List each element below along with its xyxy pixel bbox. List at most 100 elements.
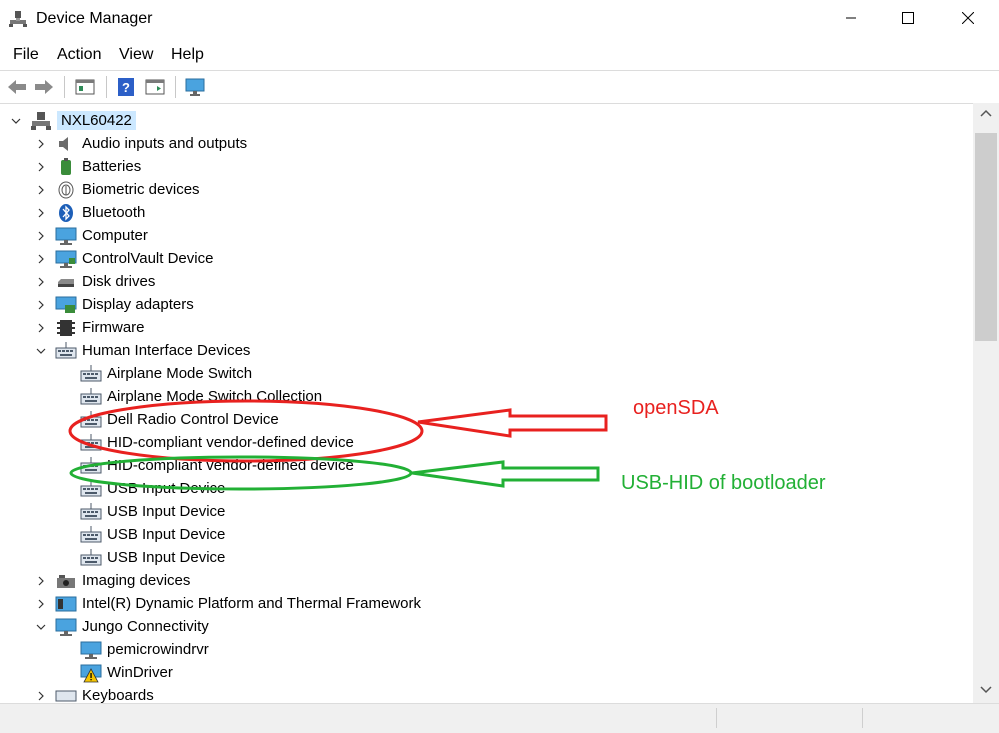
title-bar: Device Manager xyxy=(0,0,999,38)
tree-device-item[interactable]: WinDriver xyxy=(80,661,173,684)
tree-device-label: HID-compliant vendor-defined device xyxy=(107,434,354,451)
collapsed-chevron-icon[interactable] xyxy=(35,690,47,702)
menu-action[interactable]: Action xyxy=(57,46,101,64)
tree-category-item[interactable]: Imaging devices xyxy=(35,569,190,592)
warning-monitor-icon xyxy=(80,664,102,682)
tree-device-label: Dell Radio Control Device xyxy=(107,411,279,428)
tree-device-item[interactable]: USB Input Device xyxy=(80,500,225,523)
camera-icon xyxy=(57,574,75,588)
keyboard-hid-icon xyxy=(80,433,102,450)
collapsed-chevron-icon[interactable] xyxy=(35,322,47,334)
collapsed-chevron-icon[interactable] xyxy=(35,207,47,219)
tree-category-item[interactable]: Biometric devices xyxy=(35,178,200,201)
tree-device-label: Airplane Mode Switch Collection xyxy=(107,388,323,405)
tree-root-computer[interactable]: NXL60422 xyxy=(10,109,136,132)
tree-device-item[interactable]: HID-compliant vendor-defined device xyxy=(80,454,354,477)
minimize-button[interactable] xyxy=(823,0,879,36)
tree-category-label: ControlVault Device xyxy=(82,250,214,267)
collapsed-chevron-icon[interactable] xyxy=(35,276,47,288)
tree-device-label: USB Input Device xyxy=(107,526,226,543)
status-divider xyxy=(862,708,863,728)
tree-device-item[interactable]: pemicrowindrvr xyxy=(80,638,209,661)
expanded-chevron-icon[interactable] xyxy=(35,345,47,357)
collapsed-chevron-icon[interactable] xyxy=(35,184,47,196)
keyboard-hid-icon xyxy=(80,410,102,427)
tree-category-item[interactable]: Human Interface Devices xyxy=(35,339,250,362)
tree-category-item[interactable]: Disk drives xyxy=(35,270,155,293)
scrollbar-thumb[interactable] xyxy=(975,133,997,341)
device-manager-icon xyxy=(9,11,27,27)
tree-category-label: Firmware xyxy=(82,319,145,336)
maximize-button[interactable] xyxy=(880,0,936,36)
collapsed-chevron-icon[interactable] xyxy=(35,138,47,150)
thermal-framework-icon xyxy=(55,596,77,611)
status-divider xyxy=(716,708,717,728)
minimize-icon xyxy=(846,17,856,19)
tree-category-item[interactable]: Firmware xyxy=(35,316,145,339)
vertical-scrollbar[interactable] xyxy=(973,103,999,703)
menu-view[interactable]: View xyxy=(119,46,153,64)
computer-root-icon xyxy=(31,111,51,130)
firmware-chip-icon xyxy=(57,319,75,336)
display-adapter-icon xyxy=(55,296,77,313)
menu-file[interactable]: File xyxy=(13,46,39,64)
collapsed-chevron-icon[interactable] xyxy=(35,299,47,311)
tree-device-label: USB Input Device xyxy=(107,480,226,497)
computer-monitor-icon xyxy=(55,227,77,245)
tree-category-label: Jungo Connectivity xyxy=(82,618,209,635)
toolbar: ? xyxy=(0,70,999,104)
scroll-down-icon[interactable] xyxy=(980,686,992,694)
tree-category-item[interactable]: Batteries xyxy=(35,155,141,178)
keyboard-hid-icon xyxy=(55,341,77,358)
expanded-chevron-icon[interactable] xyxy=(35,621,47,633)
jungo-connectivity-icon xyxy=(55,618,77,636)
tree-category-item[interactable]: Bluetooth xyxy=(35,201,145,224)
collapsed-chevron-icon[interactable] xyxy=(35,161,47,173)
back-arrow-icon xyxy=(8,80,26,94)
tree-category-item[interactable]: Computer xyxy=(35,224,148,247)
tree-device-item[interactable]: USB Input Device xyxy=(80,546,225,569)
action-pane-button[interactable] xyxy=(143,76,167,98)
menu-help[interactable]: Help xyxy=(171,46,204,64)
show-hide-console-tree-button[interactable] xyxy=(73,76,97,98)
tree-device-item[interactable]: Airplane Mode Switch Collection xyxy=(80,385,322,408)
forward-button[interactable] xyxy=(32,76,56,98)
tree-device-item[interactable]: Airplane Mode Switch xyxy=(80,362,252,385)
help-button[interactable]: ? xyxy=(114,76,138,98)
annotation-opensda-label: openSDA xyxy=(633,397,719,419)
toolbar-separator xyxy=(175,76,176,98)
collapsed-chevron-icon[interactable] xyxy=(35,575,47,587)
expanded-chevron-icon[interactable] xyxy=(10,115,22,127)
disk-drive-icon xyxy=(58,278,74,287)
tree-category-label: Disk drives xyxy=(82,273,156,290)
keyboard-hid-icon xyxy=(80,387,102,404)
tree-device-item[interactable]: Dell Radio Control Device xyxy=(80,408,279,431)
tree-device-item[interactable]: USB Input Device xyxy=(80,523,225,546)
tree-category-item[interactable]: ControlVault Device xyxy=(35,247,213,270)
tree-category-item[interactable]: Display adapters xyxy=(35,293,194,316)
back-button[interactable] xyxy=(5,76,29,98)
tree-category-item[interactable]: Jungo Connectivity xyxy=(35,615,209,638)
scan-hardware-button[interactable] xyxy=(183,76,207,98)
tree-category-label: Audio inputs and outputs xyxy=(82,135,248,152)
tree-category-label: Human Interface Devices xyxy=(82,342,251,359)
tree-device-item[interactable]: HID-compliant vendor-defined device xyxy=(80,431,354,454)
toolbar-separator xyxy=(64,76,65,98)
tree-root-label: NXL60422 xyxy=(57,111,136,130)
tree-device-item[interactable]: USB Input Device xyxy=(80,477,225,500)
forward-arrow-icon xyxy=(35,80,53,94)
keyboard-icon xyxy=(55,690,77,701)
tree-category-label: Batteries xyxy=(82,158,142,175)
collapsed-chevron-icon[interactable] xyxy=(35,598,47,610)
window-title: Device Manager xyxy=(36,10,153,27)
tree-category-item[interactable]: Audio inputs and outputs xyxy=(35,132,247,155)
scroll-up-icon[interactable] xyxy=(980,109,992,117)
tree-category-label: Bluetooth xyxy=(82,204,146,221)
collapsed-chevron-icon[interactable] xyxy=(35,253,47,265)
tree-category-item[interactable]: Intel(R) Dynamic Platform and Thermal Fr… xyxy=(35,592,421,615)
collapsed-chevron-icon[interactable] xyxy=(35,230,47,242)
tree-category-item[interactable]: Keyboards xyxy=(35,684,154,703)
annotation-usbhid-label: USB-HID of bootloader xyxy=(621,472,826,494)
close-button[interactable] xyxy=(940,0,996,36)
help-icon: ? xyxy=(118,78,134,96)
